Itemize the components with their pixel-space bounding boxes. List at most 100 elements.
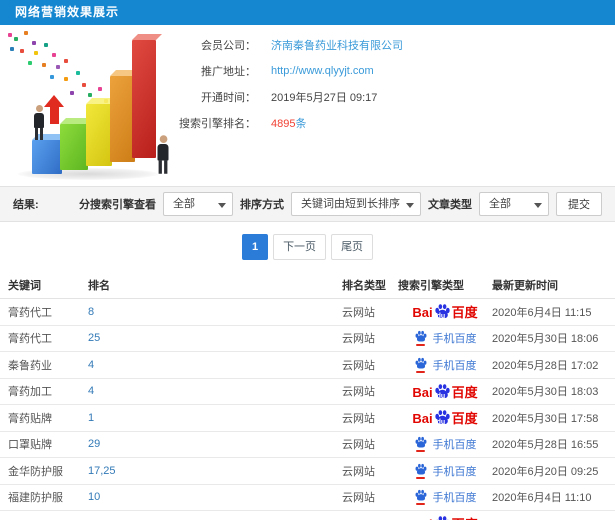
table-row: 膏药代工 8 云网站 Bai du 百度 2020年6月4日 11:15 — [0, 299, 615, 326]
mobile-baidu-icon[interactable]: 手机百度 — [414, 489, 477, 506]
rank-type-cell: 云网站 — [342, 439, 375, 452]
keyword-cell: 膏药加工 — [8, 386, 52, 399]
member-company-label: 会员公司： — [201, 40, 256, 52]
chart-bar-blue — [32, 140, 62, 174]
confetti-icon — [8, 33, 12, 37]
header-rank-type: 排名类型 — [342, 279, 386, 292]
submit-button[interactable]: 提交 — [556, 192, 602, 216]
up-arrow-icon — [44, 95, 64, 124]
table-body: 膏药代工 8 云网站 Bai du 百度 2020年6月4日 11:15 膏药代工 25… — [0, 299, 615, 520]
keyword-rank-table: 关键词 排名 排名类型 搜索引擎类型 最新更新时间 膏药代工 8 云网站 Bai d… — [0, 271, 615, 520]
engine-filter-select[interactable]: 全部 — [163, 192, 233, 216]
rank-cell[interactable]: 25 — [88, 332, 342, 344]
sort-value: 关键词由短到长排序 — [301, 198, 400, 210]
rank-type-cell: 云网站 — [342, 333, 375, 346]
updated-time-cell: 2020年5月30日 18:03 — [492, 386, 599, 399]
updated-time-cell: 2020年6月4日 11:10 — [492, 492, 592, 505]
rank-cell[interactable]: 4 — [88, 359, 342, 371]
keyword-cell: 膏药代工 — [8, 333, 52, 346]
filter-controls: 分搜索引擎查看 全部 排序方式 关键词由短到长排序 文章类型 全部 提交 — [79, 192, 602, 216]
baidu-logo-icon[interactable]: Bai du 百度 — [412, 383, 478, 400]
promo-url-label: 推广地址： — [201, 66, 256, 78]
mobile-baidu-icon[interactable]: 手机百度 — [414, 330, 477, 347]
keyword-cell: 膏药代工 — [8, 306, 52, 319]
bar-chart-illustration — [0, 25, 178, 186]
marketing-effect-page: 网络营销效果展示 会员公司： 济南秦鲁药业科技有限公司 推广地址： http:/… — [0, 0, 615, 520]
article-type-label: 文章类型 — [428, 199, 472, 211]
chevron-down-icon — [218, 203, 226, 212]
engine-rank-count-label: 搜索引擎排名： — [179, 118, 256, 130]
page-title: 网络营销效果展示 — [0, 0, 615, 25]
open-time-value: 2019年5月27日 09:17 — [271, 92, 378, 104]
chart-bar-red — [132, 40, 156, 158]
member-info-fields: 会员公司： 济南秦鲁药业科技有限公司 推广地址： http://www.qlyy… — [178, 25, 615, 186]
table-row: 膏药代工 25 云网站 手机百度 2020年5月30日 18:06 — [0, 326, 615, 352]
article-type-value: 全部 — [489, 198, 511, 210]
businessman-left-icon — [34, 105, 44, 140]
paw-icon: du — [434, 409, 451, 426]
field-promo-url: 推广地址： http://www.qlyyjt.com — [178, 64, 615, 78]
sort-select[interactable]: 关键词由短到长排序 — [291, 192, 421, 216]
updated-time-cell: 2020年5月30日 18:06 — [492, 333, 599, 346]
table-header-row: 关键词 排名 排名类型 搜索引擎类型 最新更新时间 — [0, 271, 615, 299]
paw-icon — [414, 330, 428, 347]
engine-type-cell: 手机百度 — [398, 436, 492, 453]
mobile-baidu-icon[interactable]: 手机百度 — [414, 463, 477, 479]
keyword-cell: 金华防护服 — [8, 465, 63, 478]
header-keyword: 关键词 — [8, 279, 41, 292]
open-time-label: 开通时间： — [201, 92, 256, 104]
updated-time-cell: 2020年6月20日 09:25 — [492, 465, 599, 478]
rank-type-cell: 云网站 — [342, 412, 375, 425]
baidu-logo-icon[interactable]: Bai du 百度 — [412, 409, 478, 426]
member-company-link[interactable]: 济南秦鲁药业科技有限公司 — [271, 37, 403, 53]
field-engine-rank-count: 搜索引擎排名： 4895条 — [178, 116, 615, 130]
rank-cell[interactable]: 4 — [88, 385, 342, 397]
paw-icon: du — [434, 383, 451, 400]
table-row: Bai du 百度 — [0, 511, 615, 520]
paw-icon — [414, 436, 428, 453]
rank-cell[interactable]: 8 — [88, 306, 342, 318]
keyword-cell: 福建防护服 — [8, 492, 63, 505]
rank-cell[interactable]: 10 — [88, 491, 342, 503]
keyword-cell: 秦鲁药业 — [8, 359, 52, 372]
baidu-logo-icon[interactable]: Bai du 百度 — [412, 515, 478, 520]
engine-rank-count-value: 4895条 — [271, 115, 306, 131]
engine-filter-label: 分搜索引擎查看 — [79, 199, 156, 211]
rank-type-cell: 云网站 — [342, 386, 375, 399]
header-rank: 排名 — [88, 279, 110, 292]
baidu-logo-icon[interactable]: Bai du 百度 — [412, 303, 478, 320]
rank-cell[interactable]: 17,25 — [88, 465, 342, 477]
paw-icon: du — [434, 515, 451, 520]
next-page-button[interactable]: 下一页 — [273, 234, 327, 260]
paw-icon — [414, 463, 428, 479]
page-button-current[interactable]: 1 — [241, 234, 269, 260]
field-member-company: 会员公司： 济南秦鲁药业科技有限公司 — [178, 38, 615, 52]
updated-time-cell: 2020年5月28日 17:02 — [492, 359, 599, 372]
result-label: 结果: — [13, 199, 39, 211]
table-row: 金华防护服 17,25 云网站 手机百度 2020年6月20日 09:25 — [0, 458, 615, 485]
table-row: 膏药贴牌 1 云网站 Bai du 百度 2020年5月30日 17:58 — [0, 405, 615, 432]
engine-type-cell: Bai du 百度 — [398, 515, 492, 520]
keyword-cell: 膏药贴牌 — [8, 412, 52, 425]
keyword-cell: 口罩贴牌 — [8, 439, 52, 452]
promo-url-link[interactable]: http://www.qlyyjt.com — [271, 65, 374, 77]
rank-type-cell: 云网站 — [342, 359, 375, 372]
member-info-section: 会员公司： 济南秦鲁药业科技有限公司 推广地址： http://www.qlyy… — [0, 25, 615, 186]
last-page-button[interactable]: 尾页 — [331, 234, 374, 260]
businessman-right-icon — [157, 135, 169, 174]
paw-icon — [414, 489, 428, 506]
mobile-baidu-icon[interactable]: 手机百度 — [414, 357, 477, 373]
engine-type-cell: 手机百度 — [398, 357, 492, 373]
rank-cell[interactable]: 1 — [88, 412, 342, 424]
field-open-time: 开通时间： 2019年5月27日 09:17 — [178, 90, 615, 104]
filter-bar: 结果: 分搜索引擎查看 全部 排序方式 关键词由短到长排序 文章类型 全部 提交 — [0, 186, 615, 222]
engine-type-cell: Bai du 百度 — [398, 409, 492, 426]
engine-type-cell: Bai du 百度 — [398, 383, 492, 400]
header-engine-type: 搜索引擎类型 — [398, 279, 464, 292]
table-row: 口罩贴牌 29 云网站 手机百度 2020年5月28日 16:55 — [0, 432, 615, 458]
rank-cell[interactable]: 29 — [88, 438, 342, 450]
article-type-select[interactable]: 全部 — [479, 192, 549, 216]
paw-icon: du — [434, 303, 451, 320]
header-updated: 最新更新时间 — [492, 279, 558, 292]
mobile-baidu-icon[interactable]: 手机百度 — [414, 436, 477, 453]
